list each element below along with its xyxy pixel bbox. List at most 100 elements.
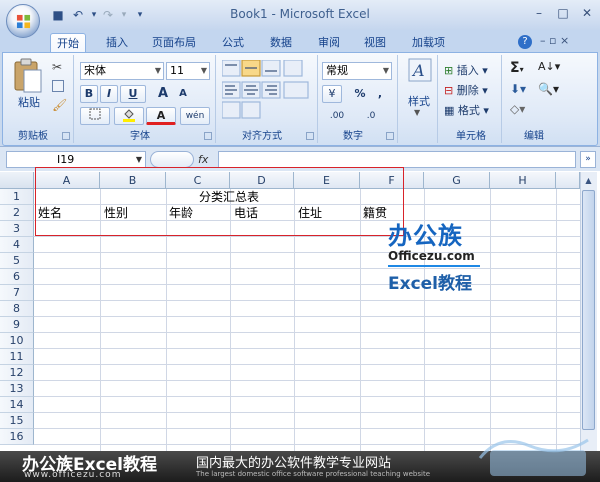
expand-formula-bar-button[interactable]: » (580, 151, 596, 168)
row-header-12[interactable]: 12 (0, 365, 34, 381)
watermark-site: Officezu.com (388, 249, 475, 263)
insert-cells-button[interactable]: ⊞ 插入 ▾ (444, 62, 488, 78)
restore-button[interactable]: □ (552, 4, 574, 22)
font-name-combo[interactable]: 宋体 ▼ (80, 62, 164, 80)
row-header-10[interactable]: 10 (0, 333, 34, 349)
increase-decimal-button[interactable]: .00 (322, 107, 352, 125)
font-size-combo[interactable]: 11 ▼ (166, 62, 210, 80)
close-button[interactable]: ✕ (576, 4, 598, 22)
format-cells-button[interactable]: ▦ 格式 ▾ (444, 102, 489, 118)
tab-page-layout[interactable]: 页面布局 (146, 33, 202, 52)
alignment-launcher-icon[interactable] (306, 132, 314, 140)
gridline (34, 300, 580, 301)
styles-button[interactable]: 样式 (402, 93, 436, 109)
phonetic-button[interactable]: wén (180, 107, 210, 125)
help-icon[interactable]: ? (518, 35, 532, 49)
row-header-15[interactable]: 15 (0, 413, 34, 429)
styles-icon[interactable]: A (408, 58, 432, 82)
window-title: Book1 - Microsoft Excel (230, 7, 370, 21)
watermark-logo: 办公族 Officezu.com Excel教程 (388, 216, 480, 294)
format-icon: ▦ (444, 104, 455, 117)
underline-button[interactable]: U (120, 85, 146, 103)
tab-insert[interactable]: 插入 (100, 33, 134, 52)
copy-icon[interactable] (52, 80, 64, 92)
row-header-6[interactable]: 6 (0, 269, 34, 285)
gridline (34, 268, 580, 269)
row-header-9[interactable]: 9 (0, 317, 34, 333)
column-header-g[interactable]: G (424, 172, 490, 189)
alignment-group-label: 对齐方式 (242, 131, 282, 142)
name-box[interactable]: I19 ▼ (6, 151, 146, 168)
font-color-button[interactable]: A (146, 107, 176, 125)
row-header-7[interactable]: 7 (0, 285, 34, 301)
insert-function-button[interactable]: fx (198, 151, 216, 168)
comma-button[interactable]: , (372, 85, 388, 103)
paste-icon[interactable] (12, 58, 44, 94)
decrease-decimal-button[interactable]: .0 (356, 107, 386, 125)
row-header-13[interactable]: 13 (0, 381, 34, 397)
gridline (34, 332, 580, 333)
row-header-3[interactable]: 3 (0, 221, 34, 237)
tab-addins[interactable]: 加载项 (406, 33, 451, 52)
office-button[interactable] (6, 4, 40, 38)
row-header-14[interactable]: 14 (0, 397, 34, 413)
row-header-16[interactable]: 16 (0, 429, 34, 445)
paste-button[interactable]: 粘贴 (14, 94, 44, 110)
row-header-8[interactable]: 8 (0, 301, 34, 317)
chevron-down-icon[interactable]: ▼ (414, 108, 420, 117)
formula-bar-divider-handle[interactable] (150, 151, 194, 168)
clipboard-launcher-icon[interactable] (62, 132, 70, 140)
find-button[interactable]: 🔍▾ (538, 82, 559, 96)
row-header-1[interactable]: 1 (0, 189, 34, 205)
gridline (34, 284, 580, 285)
minimize-button[interactable]: – (528, 4, 550, 22)
shrink-font-button[interactable]: A (174, 85, 192, 103)
chevron-down-icon: ▼ (382, 66, 389, 75)
cut-icon[interactable]: ✂ (52, 60, 62, 74)
tab-review[interactable]: 审阅 (312, 33, 346, 52)
italic-button[interactable]: I (100, 85, 118, 103)
column-header-h[interactable]: H (490, 172, 556, 189)
alignment-icons[interactable] (222, 60, 312, 120)
scroll-up-icon[interactable]: ▲ (582, 174, 595, 188)
column-header-next (556, 172, 580, 189)
row-header-2[interactable]: 2 (0, 205, 34, 221)
cells-group-label: 单元格 (456, 131, 486, 142)
watermark-brand: 办公族 (388, 222, 463, 250)
font-size-value: 11 (170, 64, 184, 77)
gridline (34, 348, 580, 349)
font-launcher-icon[interactable] (204, 132, 212, 140)
sort-filter-button[interactable]: A↓▾ (538, 60, 560, 73)
tab-home[interactable]: 开始 (50, 33, 86, 52)
tab-view[interactable]: 视图 (358, 33, 392, 52)
delete-icon: ⊟ (444, 84, 454, 97)
gridline (34, 412, 580, 413)
tab-data[interactable]: 数据 (264, 33, 298, 52)
chevron-down-icon: ▼ (200, 66, 207, 75)
bold-button[interactable]: B (80, 85, 98, 103)
row-header-5[interactable]: 5 (0, 253, 34, 269)
delete-cells-button[interactable]: ⊟ 删除 ▾ (444, 82, 488, 98)
select-all-corner[interactable] (0, 172, 34, 189)
tab-formulas[interactable]: 公式 (216, 33, 250, 52)
clear-button[interactable]: ◇▾ (510, 102, 525, 116)
fill-color-button[interactable] (114, 107, 144, 125)
watermark-tag: Excel教程 (388, 274, 473, 294)
format-painter-icon[interactable]: 🖌 (52, 98, 67, 112)
chevron-down-icon: ▼ (135, 155, 142, 164)
grow-font-button[interactable]: A (154, 85, 172, 103)
scroll-thumb[interactable] (582, 190, 595, 430)
gridline (34, 364, 580, 365)
number-format-combo[interactable]: 常规 ▼ (322, 62, 392, 80)
ribbon-minimize-icon[interactable]: – ▫ × (540, 34, 569, 47)
row-header-11[interactable]: 11 (0, 349, 34, 365)
border-icon (89, 108, 101, 120)
formula-input[interactable] (218, 151, 576, 168)
autosum-button[interactable]: Σ▾ (510, 60, 524, 76)
number-launcher-icon[interactable] (386, 132, 394, 140)
row-header-4[interactable]: 4 (0, 237, 34, 253)
borders-button[interactable] (80, 107, 110, 125)
fill-button[interactable]: ⬇▾ (510, 82, 526, 96)
currency-button[interactable]: ¥ (322, 85, 342, 103)
percent-button[interactable]: % (352, 85, 368, 103)
